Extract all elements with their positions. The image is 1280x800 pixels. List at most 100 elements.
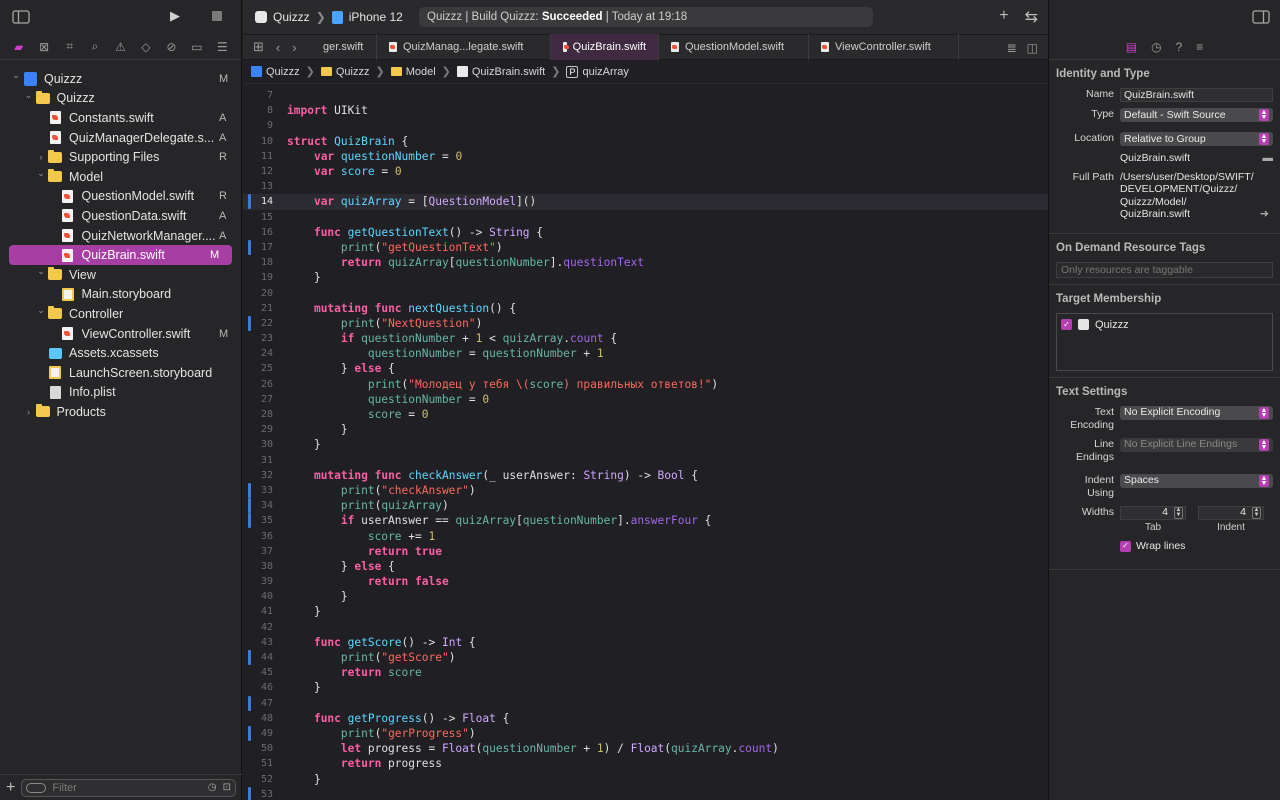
code-line[interactable]: 23 if questionNumber + 1 < quizArray.cou… bbox=[243, 331, 1048, 346]
tree-item[interactable]: ⌄ Quizzz bbox=[0, 89, 241, 109]
code-line[interactable]: 10 struct QuizBrain { bbox=[243, 134, 1048, 149]
code-line[interactable]: 41 } bbox=[243, 604, 1048, 619]
jump-bar-segment[interactable]: Quizzz bbox=[251, 66, 300, 78]
code-line[interactable]: 20 bbox=[243, 285, 1048, 300]
code-line[interactable]: 44 print("getScore") bbox=[243, 650, 1048, 666]
tree-item[interactable]: QuizNetworkManager.... A bbox=[0, 226, 241, 246]
code-line[interactable]: 29 } bbox=[243, 422, 1048, 437]
tree-item[interactable]: ⌄ Quizzz M bbox=[0, 69, 241, 89]
code-line[interactable]: 38 } else { bbox=[243, 559, 1048, 574]
wrap-lines-checkbox[interactable]: ✓ bbox=[1120, 540, 1131, 552]
tree-item[interactable]: Assets.xcassets bbox=[0, 343, 241, 363]
code-line[interactable]: 32 mutating func checkAnswer(_ userAnswe… bbox=[243, 468, 1048, 483]
symbol-navigator-icon[interactable]: ⌗ bbox=[57, 36, 82, 58]
disclosure-open-icon[interactable]: ⌄ bbox=[35, 266, 47, 277]
find-navigator-icon[interactable]: ⌕ bbox=[82, 36, 107, 58]
code-line[interactable]: 48 func getProgress() -> Float { bbox=[243, 711, 1048, 726]
code-line[interactable]: 15 bbox=[243, 210, 1048, 225]
split-editor-icon[interactable]: ◫ bbox=[1027, 41, 1038, 55]
line-endings-popup[interactable]: No Explicit Line Endings ▲ ▼ bbox=[1120, 437, 1273, 452]
filter-field[interactable]: Filter ◷ ⊡ bbox=[21, 778, 236, 797]
location-popup[interactable]: Relative to Group ▲ ▼ bbox=[1120, 132, 1273, 146]
scheme-selector[interactable]: Quizzz ❯ iPhone 12 bbox=[255, 10, 403, 24]
editor-tab[interactable]: ger.swift bbox=[311, 34, 377, 60]
code-line[interactable]: 11 var questionNumber = 0 bbox=[243, 149, 1048, 164]
device-name[interactable]: iPhone 12 bbox=[349, 10, 403, 24]
indent-width-stepper[interactable]: 4 ▲ ▼ bbox=[1198, 505, 1264, 520]
code-line[interactable]: 27 questionNumber = 0 bbox=[243, 392, 1048, 407]
tree-item[interactable]: › Supporting Files R bbox=[0, 147, 241, 167]
report-navigator-icon[interactable]: ☰ bbox=[210, 36, 235, 58]
test-navigator-icon[interactable]: ◇ bbox=[133, 36, 158, 58]
tree-item[interactable]: Info.plist bbox=[0, 383, 241, 403]
code-line[interactable]: 17 print("getQuestionText") bbox=[243, 239, 1048, 255]
disclosure-open-icon[interactable]: ⌄ bbox=[23, 90, 35, 101]
stepper-arrows-icon[interactable]: ▲ ▼ bbox=[1174, 506, 1183, 519]
disclosure-open-icon[interactable]: ⌄ bbox=[10, 70, 22, 81]
editor-tab[interactable]: QuizBrain.swift bbox=[551, 34, 659, 60]
change-bar[interactable] bbox=[248, 482, 251, 498]
editor-tab[interactable]: ViewController.swift bbox=[809, 34, 959, 60]
change-bar[interactable] bbox=[248, 498, 251, 514]
disclosure-closed-icon[interactable]: › bbox=[35, 152, 47, 162]
add-file-icon[interactable]: + bbox=[6, 779, 15, 797]
code-line[interactable]: 36 score += 1 bbox=[243, 528, 1048, 543]
code-line[interactable]: 19 } bbox=[243, 270, 1048, 285]
type-popup[interactable]: Default - Swift Source ▲ ▼ bbox=[1120, 108, 1273, 122]
change-bar[interactable] bbox=[248, 194, 251, 210]
code-line[interactable]: 18 return quizArray[questionNumber].ques… bbox=[243, 255, 1048, 270]
jump-bar-segment[interactable]: Model bbox=[390, 66, 436, 78]
encoding-popup[interactable]: No Explicit Encoding ▲ ▼ bbox=[1120, 405, 1273, 420]
editor-tab[interactable]: QuestionModel.swift bbox=[659, 34, 809, 60]
code-line[interactable]: 49 print("gerProgress") bbox=[243, 725, 1048, 741]
forward-icon[interactable]: › bbox=[292, 40, 296, 55]
tree-item[interactable]: LaunchScreen.storyboard bbox=[0, 363, 241, 383]
code-line[interactable]: 39 return false bbox=[243, 574, 1048, 589]
tree-item[interactable]: Constants.swift A bbox=[0, 108, 241, 128]
change-bar[interactable] bbox=[248, 725, 251, 741]
editor-tab[interactable]: QuizManag...legate.swift bbox=[377, 34, 551, 60]
code-line[interactable]: 40 } bbox=[243, 589, 1048, 604]
indent-using-popup[interactable]: Spaces ▲ ▼ bbox=[1120, 473, 1273, 488]
code-line[interactable]: 16 func getQuestionText() -> String { bbox=[243, 225, 1048, 240]
add-library-icon[interactable]: + bbox=[999, 7, 1008, 27]
source-editor[interactable]: 7 8 import UIKit 9 10 struct QuizBrain {11 va… bbox=[243, 86, 1048, 800]
code-line[interactable]: 14 var quizArray = [QuestionModel]() bbox=[243, 194, 1048, 210]
disclosure-closed-icon[interactable]: › bbox=[23, 407, 35, 417]
debug-navigator-icon[interactable]: ⊘ bbox=[159, 36, 184, 58]
editor-options-icon[interactable]: ≣ bbox=[1007, 41, 1017, 55]
choose-folder-icon[interactable]: ▬ bbox=[1263, 152, 1274, 165]
tree-item[interactable]: QuizBrain.swift M bbox=[9, 245, 232, 265]
source-control-icon[interactable]: ⊠ bbox=[31, 36, 56, 58]
code-line[interactable]: 30 } bbox=[243, 437, 1048, 452]
tree-item[interactable]: QuestionData.swift A bbox=[0, 206, 241, 226]
tree-item[interactable]: › Products bbox=[0, 402, 241, 422]
code-line[interactable]: 24 questionNumber = questionNumber + 1 bbox=[243, 346, 1048, 361]
folder-navigator-icon[interactable]: ▰ bbox=[6, 36, 31, 58]
reveal-in-finder-icon[interactable]: ➜ bbox=[1260, 208, 1269, 221]
change-bar[interactable] bbox=[248, 239, 251, 255]
help-inspector-icon[interactable]: ? bbox=[1176, 40, 1183, 54]
code-line[interactable]: 25 } else { bbox=[243, 361, 1048, 376]
change-bar[interactable] bbox=[248, 513, 251, 529]
code-line[interactable]: 52 } bbox=[243, 771, 1048, 786]
toggle-inspector-icon[interactable] bbox=[1252, 10, 1270, 24]
recent-files-icon[interactable]: ◷ bbox=[208, 782, 217, 793]
code-line[interactable]: 51 return progress bbox=[243, 756, 1048, 771]
code-line[interactable]: 50 let progress = Float(questionNumber +… bbox=[243, 741, 1048, 756]
tree-item[interactable]: QuizManagerDelegate.s... A bbox=[0, 128, 241, 148]
issue-navigator-icon[interactable]: ⚠ bbox=[108, 36, 133, 58]
code-line[interactable]: 9 bbox=[243, 118, 1048, 133]
disclosure-open-icon[interactable]: ⌄ bbox=[35, 168, 47, 179]
code-line[interactable]: 37 return true bbox=[243, 544, 1048, 559]
source-control-filter-icon[interactable]: ⊡ bbox=[223, 782, 231, 793]
back-icon[interactable]: ‹ bbox=[276, 40, 280, 55]
run-button[interactable]: ▶ bbox=[170, 8, 180, 24]
code-line[interactable]: 34 print(quizArray) bbox=[243, 498, 1048, 514]
tree-item[interactable]: ViewController.swift M bbox=[0, 324, 241, 344]
stepper-arrows-icon[interactable]: ▲ ▼ bbox=[1252, 506, 1261, 519]
tree-item[interactable]: ⌄ Controller bbox=[0, 304, 241, 324]
code-line[interactable]: 8 import UIKit bbox=[243, 103, 1048, 118]
breakpoint-navigator-icon[interactable]: ▭ bbox=[184, 36, 209, 58]
file-inspector-icon[interactable]: ▤ bbox=[1126, 40, 1137, 54]
